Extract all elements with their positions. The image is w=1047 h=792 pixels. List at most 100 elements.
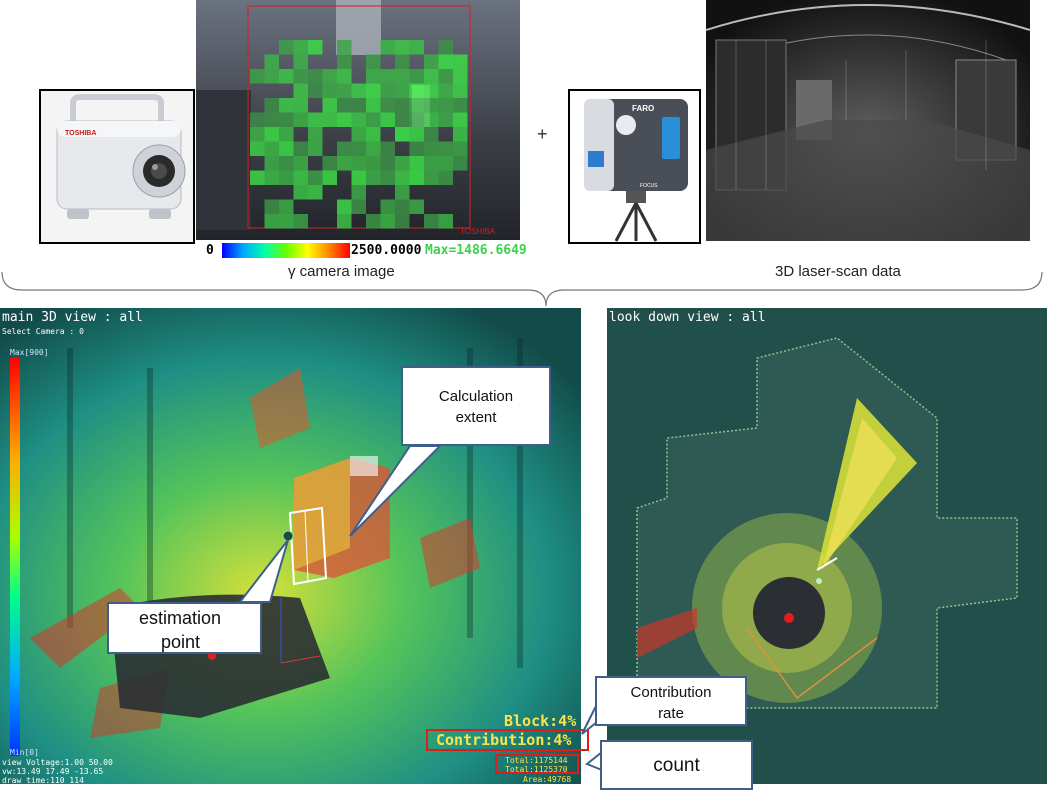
gamma-heat-cell (293, 40, 308, 55)
gamma-heat-cell (395, 156, 410, 171)
gamma-heat-cell (322, 170, 337, 185)
laser-scan-image (706, 0, 1030, 241)
gamma-heat-cell (351, 127, 366, 142)
gamma-heat-cell (264, 127, 279, 142)
gamma-heat-cell (438, 156, 453, 171)
gamma-heat-cell (366, 156, 381, 171)
gamma-heat-cell (337, 112, 352, 127)
gamma-heat-cell (351, 112, 366, 127)
gamma-heat-cell (453, 141, 468, 156)
gamma-heat-cell (438, 112, 453, 127)
gamma-heat-cell (380, 112, 395, 127)
gamma-heat-cell (395, 69, 410, 84)
gamma-heat-cell (337, 141, 352, 156)
gamma-heat-cell (395, 112, 410, 127)
gamma-heat-cell (395, 83, 410, 98)
info-line: vw:13.49 17.49 -13.65 (2, 767, 104, 776)
gamma-heat-cell (395, 40, 410, 55)
gamma-heat-cell (395, 54, 410, 69)
gamma-heat-cell (337, 69, 352, 84)
gamma-heat-cell (424, 141, 439, 156)
gamma-heat-cell (395, 199, 410, 214)
colorbar-max-label: 2500.0000 (351, 243, 422, 258)
count-callout: count (600, 740, 753, 790)
gamma-camera-device-photo: TOSHIBA (39, 89, 195, 244)
gamma-overlay-svg: TOSHIBA (196, 0, 520, 240)
gamma-heat-cell (453, 83, 468, 98)
gamma-heat-cell (366, 83, 381, 98)
gamma-heat-cell (438, 40, 453, 55)
gamma-heat-cell (293, 170, 308, 185)
gamma-heat-cell (424, 127, 439, 142)
gamma-heat-cell (438, 170, 453, 185)
gamma-heat-cell (366, 141, 381, 156)
count-label: count (653, 755, 700, 776)
gamma-heat-cell (438, 54, 453, 69)
gamma-heat-cell (337, 83, 352, 98)
estimation-line1: estimation (139, 608, 222, 628)
gamma-heat-cell (308, 141, 323, 156)
gamma-heat-cell (380, 98, 395, 113)
gamma-colorbar (222, 243, 350, 258)
gamma-heat-cell (264, 199, 279, 214)
gamma-heat-cell (380, 69, 395, 84)
gamma-heat-cell (380, 199, 395, 214)
faro-model-label: FOCUS (640, 183, 658, 189)
contribution-rate-callout: Contribution rate (595, 676, 747, 726)
main-view-title: main 3D view : all (2, 310, 143, 325)
gamma-heat-cell (409, 69, 424, 84)
info-line: draw time:110 114 (2, 776, 84, 784)
gamma-heat-cell (409, 83, 424, 98)
gamma-brand-label: TOSHIBA (460, 227, 496, 236)
max-readout: Max=1486.6649 (425, 243, 527, 258)
gamma-heat-cell (337, 199, 352, 214)
gamma-heat-cell (366, 54, 381, 69)
gamma-heat-cell (250, 141, 265, 156)
gamma-heat-cell (351, 185, 366, 200)
gamma-heat-cell (279, 98, 294, 113)
gamma-heat-cell (409, 127, 424, 142)
gamma-heat-cell (453, 156, 468, 171)
gamma-heat-cell (409, 40, 424, 55)
gamma-heat-cell (308, 127, 323, 142)
gamma-heat-cell (322, 112, 337, 127)
colorbar-min-label: 0 (206, 243, 214, 258)
gamma-heat-cell (351, 141, 366, 156)
gamma-heat-cell (293, 214, 308, 229)
gamma-heat-cell (409, 98, 424, 113)
gamma-heat-cell (409, 199, 424, 214)
gamma-heat-cell (380, 214, 395, 229)
gamma-heat-cell (424, 156, 439, 171)
contribution-rate-line1: Contribution (630, 684, 712, 701)
gamma-heat-cell (351, 83, 366, 98)
gamma-heat-cell (351, 170, 366, 185)
gamma-heat-cell (308, 40, 323, 55)
gamma-heat-cell (264, 69, 279, 84)
gamma-heat-cell (366, 98, 381, 113)
laser-scanner-illustration: FARO FOCUS (570, 91, 699, 242)
gamma-heat-cell (409, 170, 424, 185)
select-camera-label: Select Camera : 0 (2, 327, 84, 336)
gamma-heat-cell (264, 214, 279, 229)
gamma-heat-cell (337, 40, 352, 55)
count-highlight-box (495, 754, 579, 774)
gamma-heat-cell (424, 69, 439, 84)
gamma-heat-cell (438, 83, 453, 98)
gamma-heat-cell (308, 170, 323, 185)
block-readout: Block:4% (504, 712, 577, 730)
info-line: view Voltage:1.00 50.00 (2, 758, 113, 767)
gamma-heat-cell (250, 69, 265, 84)
laser-scanner-device-photo: FARO FOCUS (568, 89, 701, 244)
contribution-rate-line2: rate (658, 705, 684, 722)
gamma-heat-cell (279, 214, 294, 229)
gamma-heat-cell (322, 69, 337, 84)
gamma-heat-cell (453, 54, 468, 69)
gamma-heat-cell (293, 112, 308, 127)
estimation-pointer (237, 540, 289, 603)
gamma-heat-cell (409, 112, 424, 127)
faro-brand-label: FARO (632, 104, 654, 113)
gamma-heat-cell (279, 69, 294, 84)
gamma-heat-cell (453, 127, 468, 142)
gamma-heat-cell (279, 40, 294, 55)
gamma-heat-cell (395, 98, 410, 113)
